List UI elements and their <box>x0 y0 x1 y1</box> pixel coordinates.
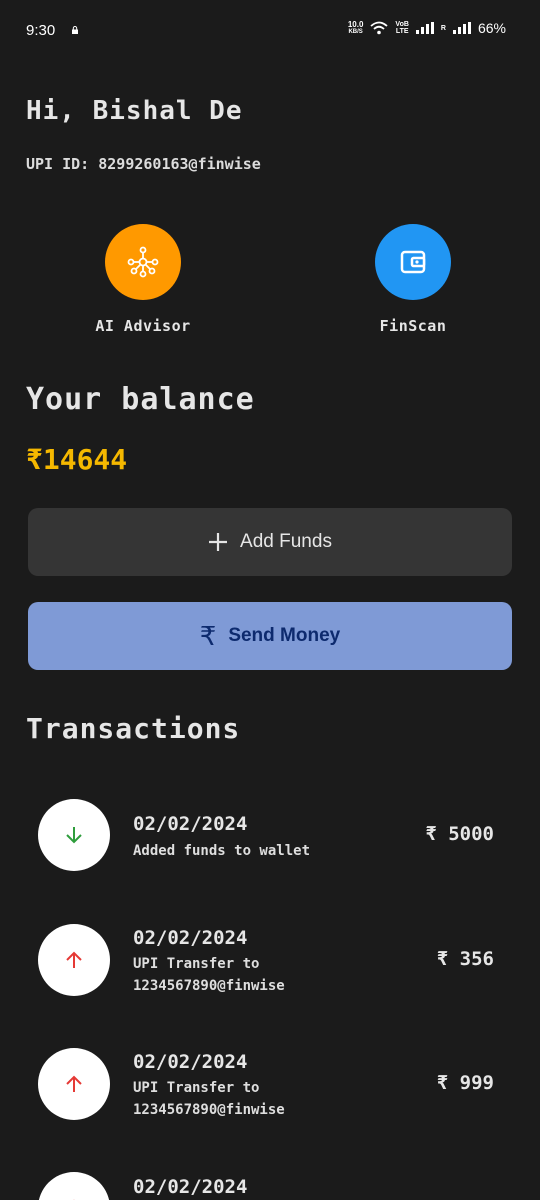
transaction-direction-badge <box>38 799 110 871</box>
balance-title: Your balance <box>26 382 255 417</box>
signal-icon <box>415 22 434 34</box>
network-speed: 10.0 KB/S <box>347 20 364 36</box>
add-funds-button[interactable]: Add Funds <box>28 508 512 576</box>
rupee-icon: ₹ <box>199 620 217 651</box>
transaction-amount: ₹ 5000 <box>425 823 494 845</box>
status-time: 9:30 <box>26 22 56 39</box>
ai-advisor-label: AI Advisor <box>95 317 191 335</box>
transaction-description: Added funds to wallet <box>133 843 311 859</box>
battery-level: 66% <box>477 20 506 36</box>
status-icons: 10.0 KB/S VoB LTE R 66% <box>348 20 506 36</box>
transaction-row[interactable]: 02/02/2024 UPI Transfer to 1234567890@fi… <box>0 1048 540 1158</box>
ai-advisor-button[interactable]: AI Advisor <box>73 224 213 335</box>
volte-indicator: VoB LTE <box>395 21 409 35</box>
lock-icon <box>72 26 78 34</box>
signal-icon-2 <box>452 22 471 34</box>
transaction-direction-badge <box>38 1048 110 1120</box>
wifi-icon <box>370 21 389 35</box>
wallet-icon <box>400 250 426 274</box>
arrow-down-icon <box>66 827 82 844</box>
transactions-title: Transactions <box>26 712 241 745</box>
transaction-date: 02/02/2024 <box>133 1176 248 1198</box>
finscan-circle[interactable] <box>375 224 451 300</box>
transaction-description: UPI Transfer to 1234567890@finwise <box>133 956 285 994</box>
plus-icon <box>209 533 228 551</box>
add-funds-label: Add Funds <box>240 531 332 552</box>
transaction-row[interactable]: 02/02/2024 UPI Transfer to 1234567890@fi… <box>0 924 540 1034</box>
finscan-button[interactable]: FinScan <box>343 224 483 335</box>
greeting-title: Hi, Bishal De <box>26 96 243 126</box>
transaction-row[interactable]: 02/02/2024 Added funds to wallet ₹ 5000 <box>0 799 540 909</box>
transaction-date: 02/02/2024 <box>133 813 248 835</box>
transaction-description: UPI Transfer to 1234567890@finwise <box>133 1080 285 1118</box>
balance-amount: ₹14644 <box>26 443 128 476</box>
hub-icon <box>127 246 159 278</box>
transaction-date: 02/02/2024 <box>133 1051 248 1073</box>
status-bar: 9:30 10.0 KB/S VoB LTE R 66% <box>0 0 540 62</box>
send-money-button[interactable]: ₹ Send Money <box>28 602 512 670</box>
arrow-up-icon <box>66 951 82 968</box>
ai-advisor-circle[interactable] <box>105 224 181 300</box>
arrow-up-icon <box>66 1075 82 1092</box>
transaction-direction-badge <box>38 924 110 996</box>
transaction-date: 02/02/2024 <box>133 927 248 949</box>
roaming-indicator: R <box>440 24 446 32</box>
transaction-amount: ₹ 999 <box>436 1072 494 1094</box>
upi-id: UPI ID: 8299260163@finwise <box>26 155 261 173</box>
finscan-label: FinScan <box>379 317 447 335</box>
transaction-amount: ₹ 356 <box>436 948 494 970</box>
transaction-direction-badge <box>38 1172 110 1200</box>
transaction-row[interactable]: 02/02/2024 <box>0 1172 540 1200</box>
send-money-label: Send Money <box>228 625 341 646</box>
